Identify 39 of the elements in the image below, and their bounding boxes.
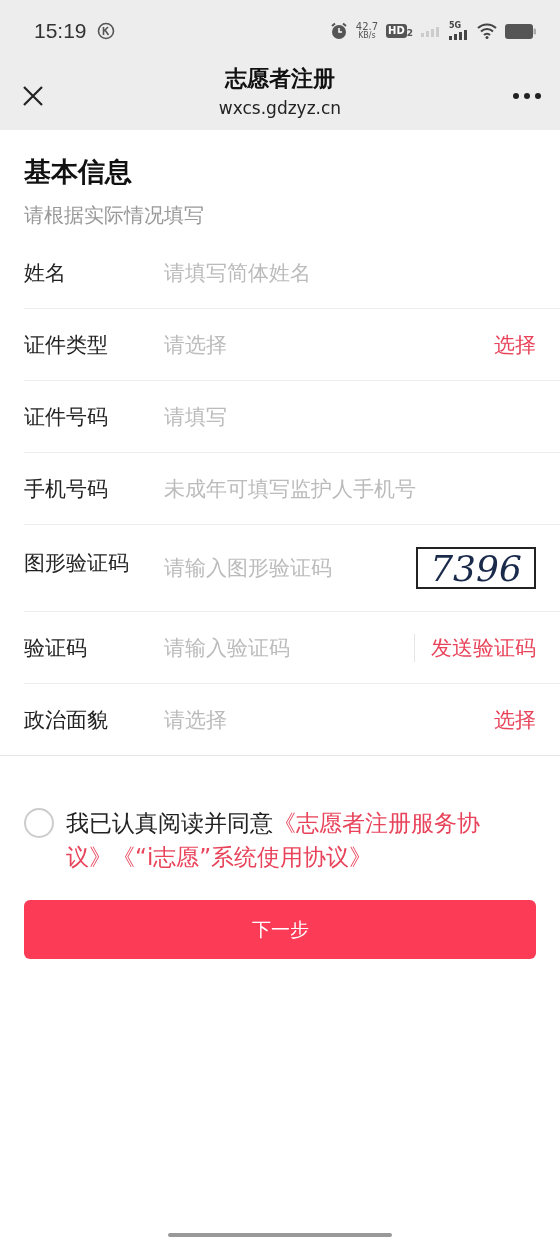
hd-badge: HD (386, 24, 407, 38)
captcha-image[interactable]: 7396 (416, 547, 536, 589)
alarm-icon (329, 22, 348, 40)
section-title: 基本信息 (24, 155, 133, 189)
signal-icon (421, 25, 441, 37)
agree-checkbox[interactable] (24, 808, 54, 838)
field-label: 姓名 (24, 259, 67, 287)
signal-icon (449, 30, 469, 40)
page-url: wxcs.gdzyz.cn (218, 98, 342, 118)
close-icon (22, 85, 44, 107)
battery-icon (505, 23, 536, 39)
field-label: 证件号码 (24, 403, 109, 431)
input-field[interactable]: 请填写 (164, 404, 536, 429)
section-subtitle: 请根据实际情况填写 (24, 202, 205, 229)
input-field[interactable]: 请选择 (164, 707, 494, 732)
network-type: 5G (449, 22, 462, 30)
input-field[interactable]: 请输入图形验证码 (164, 556, 416, 580)
send-code-button[interactable]: 发送验证码 (414, 633, 536, 662)
select-link[interactable]: 选择 (494, 330, 536, 359)
input-field[interactable]: 未成年可填写监护人手机号 (164, 476, 536, 501)
page-title: 志愿者注册 (225, 65, 335, 93)
hd-subscript: 2 (406, 28, 413, 38)
input-field[interactable]: 请输入验证码 (164, 635, 414, 660)
network-speed: 42.7 (355, 22, 379, 32)
input-field[interactable]: 请选择 (164, 332, 494, 357)
next-button[interactable]: 下一步 (24, 900, 536, 959)
field-label: 政治面貌 (24, 706, 109, 734)
field-label: 验证码 (24, 634, 88, 662)
speed-unit: KB/s (358, 32, 376, 40)
agreement-text: 我已认真阅读并同意《志愿者注册服务协议》《“i志愿”系统使用协议》 (66, 809, 481, 872)
k-circle-icon (96, 22, 115, 40)
field-label: 证件类型 (24, 331, 109, 359)
status-time: 15:19 (34, 19, 87, 43)
more-icon (512, 92, 542, 100)
field-label: 图形验证码 (24, 550, 130, 577)
input-field[interactable]: 请填写简体姓名 (164, 260, 536, 285)
field-label: 手机号码 (24, 475, 109, 503)
wifi-icon (477, 23, 497, 39)
select-link[interactable]: 选择 (494, 705, 536, 734)
